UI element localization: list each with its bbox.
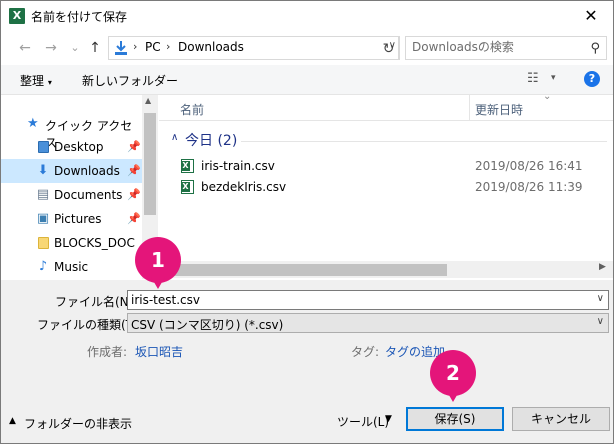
search-input[interactable] [412, 40, 582, 54]
new-folder-button[interactable]: 新しいフォルダー [82, 72, 178, 89]
group-divider [241, 141, 607, 142]
title-bar: X 名前を付けて保存 ✕ [1, 1, 613, 31]
sidebar-item-label: Desktop [54, 140, 104, 154]
view-options-icon[interactable]: ☷ [527, 71, 539, 86]
file-list-pane: 名前 更新日時 ⌄ ∧ 今日 (2) iris-train.csv 2019/0… [159, 91, 613, 279]
chevron-down-icon[interactable]: ∨ [597, 293, 604, 304]
sidebar-item-label: Downloads [54, 164, 120, 178]
chevron-up-icon[interactable]: ▲ [9, 416, 16, 426]
back-arrow-icon[interactable]: ← [15, 38, 35, 58]
column-header-row: 名前 更新日時 ⌄ [159, 91, 613, 121]
sidebar-item-label: Documents [54, 188, 123, 202]
sidebar-item-music[interactable]: ♪ Music [1, 255, 142, 279]
horizontal-scrollbar-thumb[interactable] [159, 264, 447, 276]
help-icon[interactable]: ? [584, 71, 600, 87]
pin-icon: 📌 [127, 164, 141, 177]
organize-label: 整理 [20, 74, 45, 88]
sidebar-item-quick-access[interactable]: ★ クイック アクセス [1, 112, 142, 150]
command-toolbar: 整理 ▾ 新しいフォルダー ☷ ▾ ? [1, 65, 613, 95]
breadcrumb-separator-icon[interactable]: › [133, 40, 137, 53]
scroll-right-icon[interactable]: ▶ [599, 262, 606, 272]
breadcrumb-downloads[interactable]: Downloads [178, 40, 244, 54]
filename-input[interactable] [131, 293, 581, 307]
file-row[interactable]: iris-train.csv 2019/08/26 16:41 [159, 156, 599, 176]
cancel-button[interactable]: キャンセル [512, 407, 610, 431]
save-button[interactable]: 保存(S) [406, 407, 504, 431]
chevron-down-icon: ▾ [47, 78, 52, 87]
column-header-date[interactable]: 更新日時 [475, 101, 523, 118]
column-header-name[interactable]: 名前 [180, 101, 204, 118]
tools-button[interactable]: ツール(L) [337, 413, 389, 430]
sidebar-item-documents[interactable]: ▤ Documents 📌 [1, 183, 142, 207]
group-header-today[interactable]: 今日 (2) [185, 130, 237, 150]
breadcrumb-separator-icon[interactable]: › [166, 40, 170, 53]
filetype-select[interactable]: CSV (コンマ区切り) (*.csv) ∨ [127, 313, 609, 333]
star-icon: ★ [27, 116, 39, 131]
file-date: 2019/08/26 16:41 [475, 159, 583, 173]
filename-label: ファイル名(N): [55, 295, 138, 309]
refresh-icon[interactable]: ↻ [378, 36, 400, 60]
author-label: 作成者: [87, 345, 128, 359]
filename-combobox[interactable]: ∨ [127, 290, 609, 310]
sidebar-scrollbar-thumb[interactable] [144, 113, 156, 215]
download-folder-icon [115, 41, 127, 55]
navigation-bar: ← → ⌄ ↑ › PC › Downloads ∨ ↻ ⚲ [1, 31, 613, 65]
scroll-up-icon[interactable]: ▲ [145, 96, 151, 105]
column-divider[interactable] [469, 95, 470, 121]
folder-blue-icon [35, 139, 51, 155]
download-icon: ⬇ [37, 163, 49, 178]
pictures-icon: ▣ [36, 211, 50, 226]
hide-folders-button[interactable]: フォルダーの非表示 [24, 415, 132, 432]
save-as-dialog: X 名前を付けて保存 ✕ ← → ⌄ ↑ › PC › Downloads ∨ … [0, 0, 614, 444]
chevron-down-icon[interactable]: ▼ [385, 414, 392, 424]
music-icon: ♪ [38, 259, 48, 274]
up-arrow-icon[interactable]: ↑ [85, 38, 105, 58]
folder-icon [35, 235, 51, 251]
file-name: bezdekIris.csv [201, 180, 287, 194]
callout-badge-2: 2 [430, 350, 476, 402]
search-box[interactable]: ⚲ [405, 36, 607, 60]
pin-icon: 📌 [127, 140, 141, 153]
chevron-down-icon[interactable]: ▾ [551, 73, 556, 83]
sidebar-item-label: Pictures [54, 212, 102, 226]
csv-file-icon [181, 159, 194, 173]
sidebar-item-desktop[interactable]: Desktop 📌 [1, 135, 142, 159]
search-icon[interactable]: ⚲ [590, 41, 600, 56]
author-value[interactable]: 坂口昭吉 [135, 343, 183, 360]
excel-app-icon: X [9, 8, 25, 24]
sort-chevron-icon: ⌄ [543, 91, 552, 102]
sidebar-item-pictures[interactable]: ▣ Pictures 📌 [1, 207, 142, 231]
group-collapse-icon[interactable]: ∧ [171, 132, 178, 143]
forward-arrow-icon[interactable]: → [41, 38, 61, 58]
documents-icon: ▤ [36, 187, 50, 202]
recent-locations-icon[interactable]: ⌄ [65, 38, 85, 58]
callout-badge-1: 1 [135, 237, 181, 289]
file-name: iris-train.csv [201, 159, 275, 173]
file-row[interactable]: bezdekIris.csv 2019/08/26 11:39 [159, 177, 599, 197]
sidebar-item-label: BLOCKS_DOC [54, 236, 135, 250]
save-form: ファイル名(N): ∨ ファイルの種類(T): CSV (コンマ区切り) (*.… [1, 280, 613, 443]
tags-label: タグ: [351, 345, 380, 359]
breadcrumb-pc[interactable]: PC [145, 40, 161, 54]
file-date: 2019/08/26 11:39 [475, 180, 583, 194]
chevron-down-icon[interactable]: ∨ [597, 316, 604, 327]
sidebar-item-downloads[interactable]: ⬇ Downloads 📌 [1, 159, 142, 183]
pin-icon: 📌 [127, 188, 141, 201]
address-bar[interactable]: › PC › Downloads ∨ [108, 36, 399, 60]
close-button[interactable]: ✕ [569, 1, 613, 31]
csv-file-icon [181, 180, 194, 194]
sidebar-item-label: Music [54, 260, 89, 274]
organize-button[interactable]: 整理 ▾ [20, 72, 52, 89]
sidebar-item-blocks-doc[interactable]: BLOCKS_DOC [1, 231, 142, 255]
window-title: 名前を付けて保存 [31, 10, 128, 24]
filetype-value: CSV (コンマ区切り) (*.csv) [131, 318, 284, 332]
pin-icon: 📌 [127, 212, 141, 225]
